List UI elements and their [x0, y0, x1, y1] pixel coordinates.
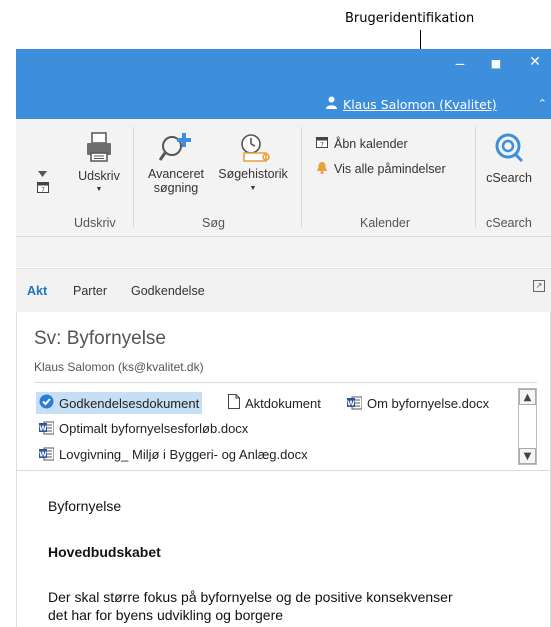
- print-group-label: Udskriv: [74, 216, 116, 230]
- printer-icon: [74, 131, 124, 173]
- maximize-button[interactable]: ■: [484, 57, 508, 70]
- csearch-label: cSearch: [486, 171, 532, 185]
- print-label: Udskriv: [78, 169, 120, 183]
- search-history-label: Søgehistorik: [218, 167, 288, 181]
- open-calendar-button[interactable]: 7 Åbn kalender: [316, 136, 408, 151]
- ribbon: 7 Udskriv ▼ Udskriv Avanceret søgning Sø…: [16, 119, 551, 237]
- csearch-icon: [482, 131, 536, 173]
- open-calendar-label: Åbn kalender: [334, 136, 408, 151]
- attachment-name: Aktdokument: [245, 395, 321, 411]
- group-separator: [301, 127, 302, 227]
- calendar-group-label: Kalender: [360, 216, 411, 230]
- divider: [17, 470, 550, 471]
- divider: [34, 382, 537, 383]
- attachment-name: Optimalt byfornyelsesforløb.docx: [59, 420, 249, 436]
- attachment-item[interactable]: W Optimalt byfornyelsesforløb.docx: [36, 417, 251, 439]
- history-dropdown-icon[interactable]: ▼: [212, 185, 294, 192]
- body-paragraph-line-1: Der skal større fokus på byfornyelse og …: [48, 589, 453, 605]
- show-reminders-button[interactable]: Vis alle påmindelser: [316, 161, 446, 177]
- print-dropdown-icon[interactable]: ▼: [74, 186, 124, 193]
- attachment-item[interactable]: W Om byfornyelse.docx: [344, 392, 492, 414]
- user-name[interactable]: Klaus Salomon (Kvalitet): [343, 97, 497, 112]
- svg-text:W: W: [39, 425, 47, 433]
- message-pane: Sv: Byfornyelse Klaus Salomon (ks@kvalit…: [16, 312, 551, 627]
- advanced-search-label-2: søgning: [153, 181, 199, 195]
- attachment-name: Lovgivning_ Miljø i Byggeri- og Anlæg.do…: [59, 446, 308, 462]
- svg-text:W: W: [39, 451, 47, 459]
- svg-text:7: 7: [41, 187, 45, 194]
- attachment-item[interactable]: Aktdokument: [225, 392, 324, 414]
- tab-akt[interactable]: Akt: [27, 284, 47, 298]
- advanced-search-button[interactable]: Avanceret søgning: [140, 131, 212, 195]
- search-group-label: Søg: [202, 216, 225, 230]
- scroll-up-arrow-icon[interactable]: ▲: [519, 389, 536, 405]
- calendar-small-icon[interactable]: 7: [37, 181, 49, 196]
- attachment-name: Godkendelsesdokument: [59, 395, 200, 411]
- popout-icon[interactable]: ↗: [533, 280, 545, 292]
- document-icon: [228, 394, 240, 412]
- advanced-search-label-1: Avanceret: [147, 167, 205, 181]
- tab-parter[interactable]: Parter: [73, 284, 107, 298]
- print-button[interactable]: Udskriv ▼: [74, 131, 124, 193]
- quick-access-chevron-icon[interactable]: [38, 166, 47, 180]
- body-heading: Hovedbudskabet: [48, 544, 161, 560]
- tab-godkendelse[interactable]: Godkendelse: [131, 284, 205, 298]
- close-button[interactable]: ✕: [523, 54, 547, 70]
- sub-bar: [16, 237, 551, 267]
- svg-text:W: W: [347, 400, 355, 408]
- csearch-button[interactable]: cSearch: [482, 131, 536, 185]
- tabs-bar: Akt Parter Godkendelse ↗: [16, 268, 551, 313]
- message-subject: Sv: Byfornyelse: [34, 328, 166, 349]
- calendar-icon: 7: [316, 136, 328, 151]
- svg-text:7: 7: [320, 142, 324, 149]
- word-icon: W: [39, 447, 55, 461]
- message-sender: Klaus Salomon (ks@kvalitet.dk): [34, 360, 204, 374]
- search-history-button[interactable]: Søgehistorik ▼: [212, 131, 294, 192]
- minimize-button[interactable]: ‒: [448, 54, 472, 73]
- bell-icon: [316, 161, 328, 177]
- word-icon: W: [347, 396, 363, 410]
- attachment-name: Om byfornyelse.docx: [367, 395, 490, 411]
- word-icon: W: [39, 421, 55, 435]
- group-separator: [475, 127, 476, 227]
- attachments-scrollbar[interactable]: ▲ ▼: [518, 388, 537, 465]
- show-reminders-label: Vis alle påmindelser: [334, 162, 446, 176]
- attachment-item[interactable]: W Lovgivning_ Miljø i Byggeri- og Anlæg.…: [36, 443, 311, 465]
- user-identity-link[interactable]: Klaus Salomon (Kvalitet): [326, 96, 497, 113]
- user-icon: [326, 96, 337, 113]
- collapse-ribbon-icon[interactable]: ⌃: [538, 97, 547, 110]
- group-separator: [133, 127, 134, 227]
- body-line: Byfornyelse: [48, 498, 122, 514]
- title-bar: ‒ ■ ✕ Klaus Salomon (Kvalitet) ⌃: [16, 49, 551, 119]
- attachment-item[interactable]: Godkendelsesdokument: [36, 392, 203, 414]
- csearch-group-label: cSearch: [486, 216, 532, 230]
- callout-label: Brugeridentifikation: [345, 11, 475, 26]
- body-paragraph-line-2: det har for byens udvikling og borgere: [48, 607, 284, 623]
- scroll-down-arrow-icon[interactable]: ▼: [519, 448, 536, 464]
- check-circle-icon: [39, 394, 54, 412]
